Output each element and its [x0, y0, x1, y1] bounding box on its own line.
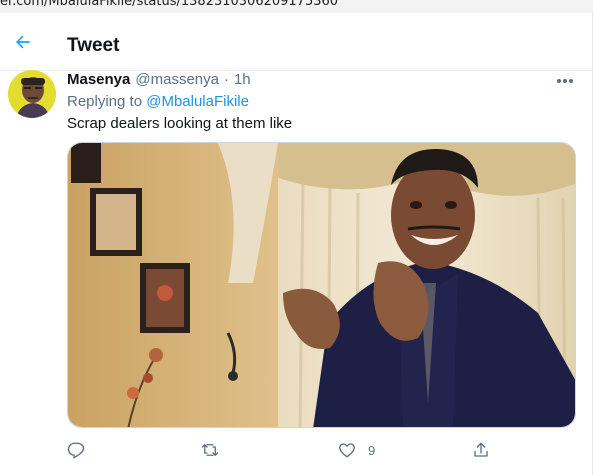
retweet-icon — [201, 444, 219, 456]
author-row: Masenya @massenya · 1h — [67, 71, 251, 91]
share-button[interactable] — [472, 438, 490, 462]
tweet-media-image[interactable] — [67, 142, 576, 428]
share-icon — [474, 442, 488, 457]
author-name[interactable]: Masenya — [67, 71, 130, 88]
tweet-time[interactable]: 1h — [234, 71, 251, 88]
replying-to-prefix: Replying to — [67, 93, 143, 110]
more-dots-icon — [557, 79, 573, 83]
heart-icon — [339, 443, 355, 458]
more-button[interactable] — [550, 70, 580, 92]
replying-to-line: Replying to @MbalulaFikile — [67, 93, 249, 110]
tweet-text: Scrap dealers looking at them like — [67, 115, 293, 132]
separator-dot: · — [223, 71, 229, 88]
back-arrow-icon — [16, 35, 30, 49]
back-button[interactable] — [8, 27, 38, 57]
browser-url-text: er.com/MbalulaFikile/status/138231030620… — [0, 0, 339, 9]
tweet-column: Tweet Masenya @massenya · 1h Replying to… — [0, 13, 593, 475]
browser-url-bar[interactable]: er.com/MbalulaFikile/status/138231030620… — [0, 0, 593, 13]
replying-to-mention[interactable]: @MbalulaFikile — [146, 93, 249, 110]
tweet-actions: 9 — [67, 438, 490, 462]
like-button[interactable]: 9 — [338, 438, 375, 462]
meme-photo — [68, 143, 575, 427]
avatar-image — [8, 70, 56, 118]
like-count: 9 — [368, 442, 376, 458]
reply-icon — [67, 442, 85, 459]
reply-button[interactable] — [67, 438, 85, 462]
retweet-button[interactable] — [200, 438, 220, 462]
avatar[interactable] — [8, 70, 56, 118]
author-handle[interactable]: @massenya — [135, 71, 219, 88]
page-header: Tweet — [0, 13, 592, 71]
page-title: Tweet — [67, 35, 120, 56]
